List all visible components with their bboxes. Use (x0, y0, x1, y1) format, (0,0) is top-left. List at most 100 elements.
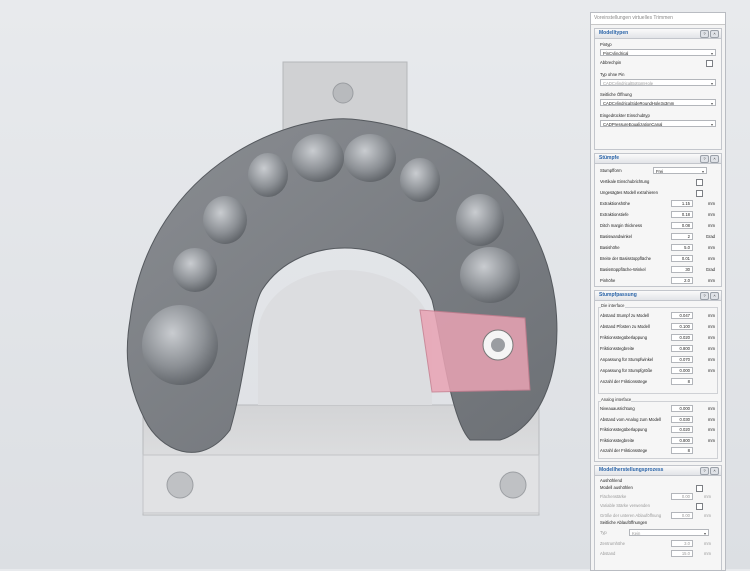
unit-label: mm (708, 357, 715, 362)
field-label: Stumpfform (600, 168, 622, 173)
seitliche-select[interactable]: CADCylindricalSideRoundHole3x3mm ▾ (600, 99, 716, 106)
pintyp-select[interactable]: PinCylindrical ▾ (600, 49, 716, 56)
pin-hole-back-icon (332, 82, 354, 104)
unit-label: mm (708, 324, 715, 329)
typ-ohne-pin-value: CADCylindricalBottomHole (603, 81, 654, 86)
variable-staerke-label: Variable Stärke verwenden (600, 503, 650, 508)
abstand-input[interactable]: 15.0 (671, 550, 693, 557)
unit-label: mm (708, 437, 715, 443)
field-label: Basiswandwinkel (600, 234, 632, 239)
unit-label: mm (708, 212, 715, 217)
value-input[interactable]: 30 (671, 266, 693, 273)
field-label: Abstand vom Analog zum Modell (600, 416, 661, 422)
section-header-modelltypen[interactable]: Modelltypen ? ˄ (594, 28, 722, 39)
chevron-down-icon: ▾ (703, 531, 706, 536)
value-input[interactable]: 0.01 (671, 255, 693, 262)
value-input[interactable]: 0.800 (671, 436, 693, 444)
modell-aushoehlen-checkbox[interactable] (696, 485, 703, 492)
typ-label: Typ (600, 530, 607, 535)
value-input[interactable]: 0.18 (671, 211, 693, 218)
typ-select[interactable]: Kein ▾ (629, 529, 709, 536)
abstand-label: Abstand (600, 551, 616, 556)
help-icon[interactable]: ? (700, 30, 709, 38)
chevron-down-icon: ▾ (710, 51, 713, 56)
value-input[interactable]: 0.800 (671, 345, 693, 352)
chevron-down-icon: ▾ (710, 81, 713, 86)
seitliche-ablauf-label: Seitliche Ablauföffnungen (600, 520, 648, 525)
3d-viewport[interactable] (0, 0, 585, 569)
chevron-down-icon: ▾ (710, 101, 713, 106)
option-checkbox[interactable] (696, 190, 703, 197)
seitliche-label: Seitliche Öffnung (600, 92, 632, 97)
value-input[interactable]: 0.000 (671, 367, 693, 374)
aushoehlend-label: Aushöhlend (600, 478, 623, 483)
unit-label: mm (708, 335, 715, 340)
value-input[interactable]: 2.0 (671, 277, 693, 284)
section-body-stuempfe: Stumpfform Frei ▾ Vertikale Einschubrichtun… (594, 164, 722, 287)
flaechenstaerke-input[interactable]: 0.00 (671, 493, 693, 500)
section-title: Stümpfe (599, 155, 619, 161)
zentrumhoehe-input[interactable]: 3.0 (671, 540, 693, 547)
collapse-icon[interactable]: ˄ (710, 467, 719, 475)
field-label: Breite der Basisstoppfläche (600, 256, 651, 261)
value-input[interactable]: 5.0 (671, 244, 693, 251)
stumpfform-select[interactable]: Frei ▾ (653, 167, 707, 174)
eingedrueckt-label: Eingedrückter Einschubtyp (600, 113, 650, 118)
typ-value: Kein (632, 531, 641, 536)
unit-label: mm (704, 551, 711, 556)
value-input[interactable]: 0.08 (671, 222, 693, 229)
seitliche-value: CADCylindricalSideRoundHole3x3mm (603, 101, 675, 106)
dental-model-render (126, 61, 558, 516)
section-header-modellherstellung[interactable]: Modellherstellungsprozess ? ˄ (594, 465, 722, 476)
field-label: Ditch margin thickness (600, 223, 643, 228)
value-input[interactable]: 0.030 (671, 415, 693, 423)
unit-label: mm (708, 416, 715, 422)
unit-label: mm (708, 346, 715, 351)
typ-ohne-pin-select[interactable]: CADCylindricalBottomHole ▾ (600, 79, 716, 86)
unit-label: mm (708, 245, 715, 250)
unit-label: mm (708, 427, 715, 432)
help-icon[interactable]: ? (700, 292, 709, 300)
unit-label: mm (704, 513, 711, 518)
value-input[interactable]: 8 (671, 447, 693, 454)
option-checkbox[interactable] (696, 179, 703, 186)
pintyp-value: PinCylindrical (603, 51, 629, 56)
collapse-icon[interactable]: ˄ (710, 292, 719, 300)
groesse-input[interactable]: 0.00 (671, 512, 693, 519)
modell-aushoehlen-label: Modell aushöhlen (600, 485, 633, 490)
collapse-icon[interactable]: ˄ (710, 30, 719, 38)
help-icon[interactable]: ? (700, 467, 709, 475)
value-input[interactable]: 0.047 (671, 312, 693, 319)
value-input[interactable]: 2 (671, 233, 693, 240)
value-input[interactable]: 0.100 (671, 323, 693, 330)
value-input[interactable]: 1.15 (671, 200, 693, 207)
field-label: Friktionsstegbreite (600, 346, 635, 351)
groesse-label: Größe der unteren Ablauföffnung (600, 513, 662, 518)
value-input[interactable]: 0.020 (671, 334, 693, 341)
abbrechpin-label: Abbrechpin (600, 60, 622, 65)
field-label: Basisstoppfläche-Winkel (600, 267, 646, 272)
analog-interface-label: Analog interface (601, 397, 632, 403)
field-label: Basishöhe (600, 245, 620, 250)
help-icon[interactable]: ? (700, 155, 709, 163)
value-input[interactable]: 8 (671, 378, 693, 385)
value-input[interactable]: 0.000 (671, 405, 693, 412)
field-label: Abstand Pfosten zu Modell (600, 324, 650, 329)
unit-label: mm (704, 494, 711, 499)
variable-staerke-checkbox[interactable] (696, 503, 703, 510)
field-label: Extraktionshöhe (600, 201, 631, 206)
eingedrueckt-select[interactable]: CADPressureEqualizationCanal ▾ (600, 120, 716, 127)
abbrechpin-checkbox[interactable] (706, 60, 713, 67)
section-title: Modellherstellungsprozess (599, 467, 664, 473)
section-body-modelltypen: Pintyp PinCylindrical ▾ Abbrechpin Typ o… (594, 39, 722, 150)
unit-label: mm (708, 406, 715, 411)
field-label: Extraktionstiefe (600, 212, 629, 217)
field-label: Anpassung für Stumpfgröße (600, 368, 653, 373)
value-input[interactable]: 0.070 (671, 356, 693, 363)
value-input[interactable]: 0.020 (671, 426, 693, 433)
section-header-stuempfe[interactable]: Stümpfe ? ˄ (594, 153, 722, 164)
zentrumhoehe-label: Zentrumhöhe (600, 541, 625, 546)
field-label: Abstand Stumpf zu Modell (600, 313, 649, 318)
collapse-icon[interactable]: ˄ (710, 155, 719, 163)
section-header-stumpfpassung[interactable]: Stumpfpassung ? ˄ (594, 290, 722, 301)
